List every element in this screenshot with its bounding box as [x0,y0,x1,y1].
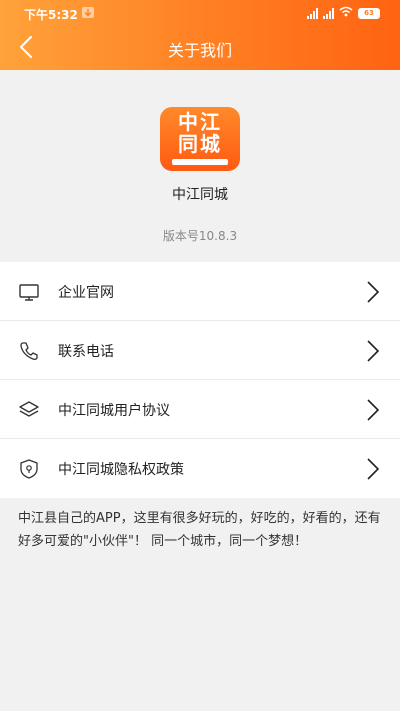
app-logo: 中江同城 [160,107,240,171]
layers-icon [19,401,39,417]
app-version: 版本号10.8.3 [162,229,238,243]
menu-item-website[interactable]: 企业官网 [0,262,400,321]
battery-icon: 63 [358,7,380,19]
status-icons: 63 [307,6,380,20]
phone-icon [20,342,38,360]
chevron-right-icon [367,281,380,303]
signal-icon [307,7,318,19]
menu-item-privacy-policy[interactable]: 中江同城隐私权政策 [0,439,400,498]
shield-icon [20,459,38,479]
app-info: 中江同城 中江同城 版本号10.8.3 [0,70,400,260]
menu-item-user-agreement[interactable]: 中江同城用户协议 [0,380,400,439]
app-name: 中江同城 [172,187,228,203]
logo-text: 中江同城 [178,110,222,156]
chevron-right-icon [367,458,380,480]
status-bar: 下午5:32 63 [0,0,400,24]
menu-item-label: 联系电话 [58,344,114,360]
menu-item-label: 企业官网 [58,285,114,301]
signal-icon [323,7,334,19]
page-title: 关于我们 [167,41,232,60]
download-icon [82,7,94,18]
monitor-icon [19,284,39,301]
status-time: 下午5:32 [24,8,78,22]
menu-item-label: 中江同城用户协议 [58,403,170,419]
menu-item-label: 中江同城隐私权政策 [58,462,184,478]
wifi-icon [339,6,353,20]
menu-item-phone[interactable]: 联系电话 [0,321,400,380]
about-description: 中江县自己的APP，这里有很多好玩的，好吃的，好看的，还有好多可爱的"小伙伴"！… [18,511,381,549]
logo-strip [172,159,228,165]
settings-menu: 企业官网 联系电话 中江同城用户协议 中江同城隐私权政策 [0,262,400,498]
app-header: 下午5:32 63 关于我们 [0,0,400,70]
chevron-right-icon [367,399,380,421]
chevron-right-icon [367,340,380,362]
